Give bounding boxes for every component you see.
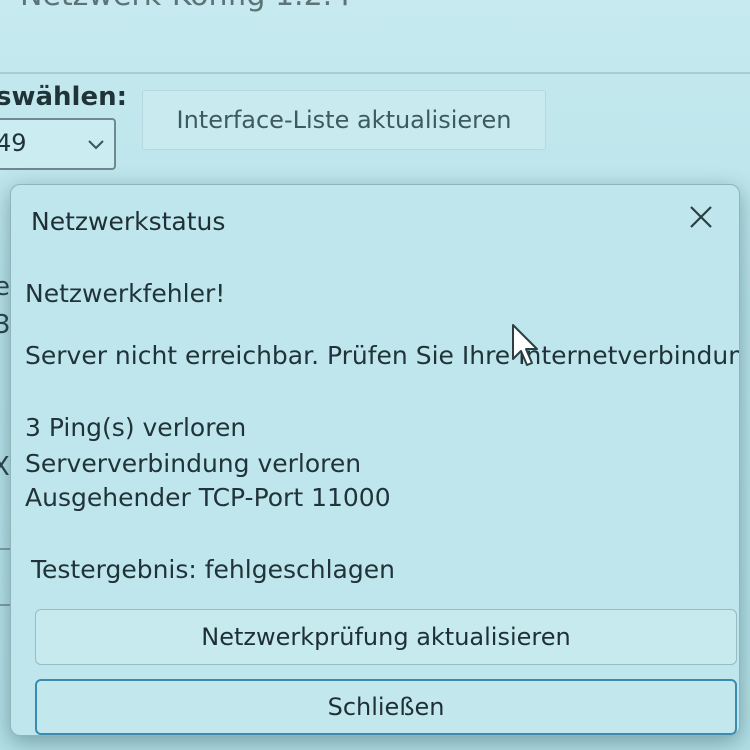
background-titlebar-divider	[0, 72, 750, 74]
background-text-fragment: 3	[0, 310, 11, 340]
interface-select-value: 49	[0, 129, 27, 157]
background-window-title: Netzwerk-Konfig 1.2.4	[20, 0, 351, 13]
interface-select-label: swählen:	[0, 82, 128, 112]
refresh-network-check-button[interactable]: Netzwerkprüfung aktualisieren	[35, 609, 737, 665]
error-message: Server nicht erreichbar. Prüfen Sie Ihre…	[25, 341, 740, 370]
detail-line: Serververbindung verloren	[25, 449, 362, 478]
dialog-title: Netzwerkstatus	[31, 207, 226, 236]
interface-select[interactable]: 49	[0, 118, 116, 170]
mouse-pointer-icon	[511, 323, 541, 369]
background-text-fragment: e	[0, 272, 10, 302]
screen: Netzwerk-Konfig 1.2.4 swählen: 49 Interf…	[0, 0, 750, 750]
detail-line: Ausgehender TCP-Port 11000	[25, 483, 391, 512]
detail-line: 3 Ping(s) verloren	[25, 413, 247, 442]
close-icon	[688, 204, 714, 234]
background-text-fragment: X	[0, 452, 10, 482]
error-heading: Netzwerkfehler!	[25, 279, 226, 308]
refresh-interface-list-button[interactable]: Interface-Liste aktualisieren	[142, 90, 546, 150]
network-status-dialog: Netzwerkstatus Netzwerkfehler! Server ni…	[10, 184, 740, 736]
test-result: Testergebnis: fehlgeschlagen	[31, 555, 395, 584]
close-button[interactable]	[681, 199, 721, 239]
close-dialog-button[interactable]: Schließen	[35, 679, 737, 735]
chevron-down-icon	[86, 134, 106, 154]
